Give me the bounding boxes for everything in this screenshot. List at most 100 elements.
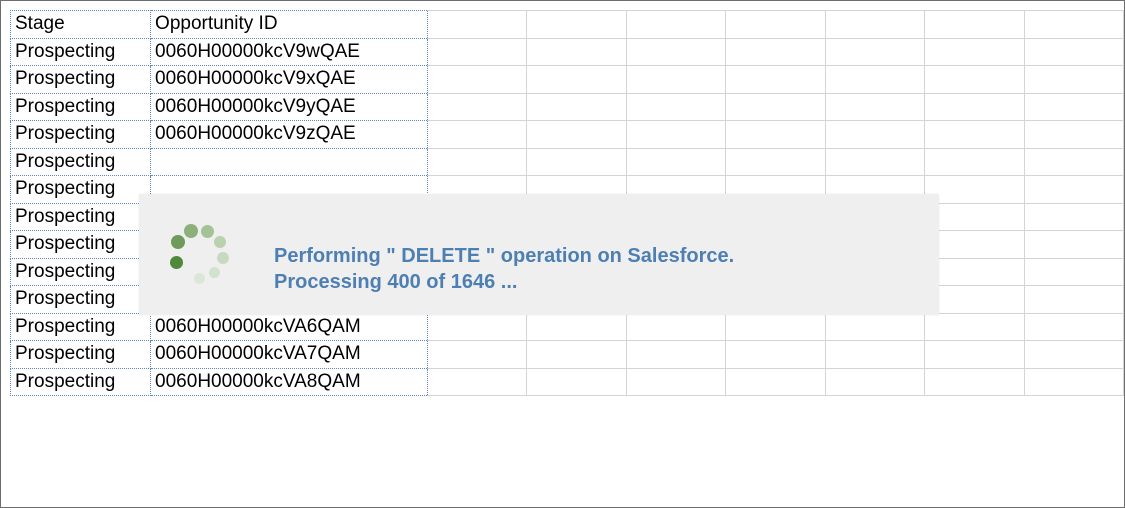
empty-cell[interactable] <box>725 340 826 369</box>
empty-cell[interactable] <box>924 65 1025 94</box>
empty-cell[interactable] <box>526 38 627 66</box>
empty-cell[interactable] <box>1024 285 1124 314</box>
empty-cell[interactable] <box>427 368 528 396</box>
empty-cell[interactable] <box>825 148 926 176</box>
opportunity-id-cell[interactable] <box>150 148 428 176</box>
empty-cell[interactable] <box>924 340 1025 369</box>
empty-cell[interactable] <box>825 38 926 66</box>
empty-cell[interactable] <box>1024 120 1124 149</box>
empty-cell[interactable] <box>526 120 627 149</box>
empty-cell[interactable] <box>1024 313 1124 341</box>
header-cell-stage[interactable]: Stage <box>9 10 152 39</box>
opportunity-id-cell[interactable]: 0060H00000kcVA7QAM <box>150 340 428 369</box>
empty-cell[interactable] <box>825 93 926 121</box>
empty-cell[interactable] <box>427 93 528 121</box>
empty-cell[interactable] <box>626 10 727 39</box>
empty-cell[interactable] <box>626 313 727 341</box>
empty-cell[interactable] <box>526 148 627 176</box>
processing-count-text: Processing 400 of 1646 ... <box>274 271 518 293</box>
empty-cell[interactable] <box>924 120 1025 149</box>
empty-cell[interactable] <box>924 10 1025 39</box>
empty-cell[interactable] <box>626 93 727 121</box>
empty-cell[interactable] <box>825 368 926 396</box>
empty-cell[interactable] <box>1024 93 1124 121</box>
empty-cell[interactable] <box>924 258 1025 286</box>
empty-cell[interactable] <box>1024 10 1124 39</box>
empty-cell[interactable] <box>1024 203 1124 231</box>
empty-cell[interactable] <box>725 313 826 341</box>
empty-cell[interactable] <box>626 340 727 369</box>
empty-cell[interactable] <box>725 38 826 66</box>
empty-cell[interactable] <box>427 65 528 94</box>
stage-cell[interactable]: Prospecting <box>9 230 152 259</box>
empty-cell[interactable] <box>526 65 627 94</box>
empty-cell[interactable] <box>825 10 926 39</box>
stage-cell[interactable]: Prospecting <box>9 120 152 149</box>
empty-cell[interactable] <box>725 10 826 39</box>
stage-cell[interactable]: Prospecting <box>9 368 152 396</box>
opportunity-id-cell[interactable]: 0060H00000kcV9zQAE <box>150 120 428 149</box>
empty-cell[interactable] <box>626 120 727 149</box>
empty-cell[interactable] <box>626 38 727 66</box>
loading-spinner-icon <box>159 221 239 287</box>
empty-cell[interactable] <box>924 285 1025 314</box>
empty-cell[interactable] <box>427 313 528 341</box>
opportunity-id-cell[interactable]: 0060H00000kcV9wQAE <box>150 38 428 66</box>
empty-cell[interactable] <box>924 38 1025 66</box>
table-row: Prospecting 0060H00000kcVA8QAM <box>9 368 1124 396</box>
empty-cell[interactable] <box>924 148 1025 176</box>
opportunity-id-cell[interactable]: 0060H00000kcVA6QAM <box>150 313 428 341</box>
stage-cell[interactable]: Prospecting <box>9 65 152 94</box>
empty-cell[interactable] <box>924 203 1025 231</box>
empty-cell[interactable] <box>924 175 1025 204</box>
empty-cell[interactable] <box>526 340 627 369</box>
stage-cell[interactable]: Prospecting <box>9 340 152 369</box>
stage-cell[interactable]: Prospecting <box>9 175 152 204</box>
empty-cell[interactable] <box>427 10 528 39</box>
stage-cell[interactable]: Prospecting <box>9 313 152 341</box>
empty-cell[interactable] <box>526 93 627 121</box>
stage-cell[interactable]: Prospecting <box>9 285 152 314</box>
empty-cell[interactable] <box>1024 148 1124 176</box>
opportunity-id-cell[interactable]: 0060H00000kcV9xQAE <box>150 65 428 94</box>
empty-cell[interactable] <box>725 120 826 149</box>
empty-cell[interactable] <box>825 313 926 341</box>
empty-cell[interactable] <box>1024 175 1124 204</box>
empty-cell[interactable] <box>427 120 528 149</box>
empty-cell[interactable] <box>725 368 826 396</box>
empty-cell[interactable] <box>526 10 627 39</box>
stage-cell[interactable]: Prospecting <box>9 203 152 231</box>
empty-cell[interactable] <box>825 120 926 149</box>
empty-cell[interactable] <box>626 148 727 176</box>
empty-cell[interactable] <box>1024 258 1124 286</box>
opportunity-id-cell[interactable]: 0060H00000kcVA8QAM <box>150 368 428 396</box>
empty-cell[interactable] <box>825 340 926 369</box>
empty-cell[interactable] <box>924 230 1025 259</box>
header-cell-opportunity-id[interactable]: Opportunity ID <box>150 10 428 39</box>
progress-message: Performing " DELETE " operation on Sales… <box>274 243 734 295</box>
empty-cell[interactable] <box>725 148 826 176</box>
empty-cell[interactable] <box>924 313 1025 341</box>
empty-cell[interactable] <box>526 313 627 341</box>
empty-cell[interactable] <box>924 368 1025 396</box>
stage-cell[interactable]: Prospecting <box>9 258 152 286</box>
empty-cell[interactable] <box>1024 38 1124 66</box>
empty-cell[interactable] <box>427 340 528 369</box>
empty-cell[interactable] <box>526 368 627 396</box>
opportunity-id-cell[interactable]: 0060H00000kcV9yQAE <box>150 93 428 121</box>
stage-cell[interactable]: Prospecting <box>9 93 152 121</box>
empty-cell[interactable] <box>626 65 727 94</box>
empty-cell[interactable] <box>924 93 1025 121</box>
empty-cell[interactable] <box>825 65 926 94</box>
empty-cell[interactable] <box>1024 340 1124 369</box>
empty-cell[interactable] <box>1024 230 1124 259</box>
empty-cell[interactable] <box>1024 368 1124 396</box>
empty-cell[interactable] <box>427 38 528 66</box>
empty-cell[interactable] <box>725 93 826 121</box>
empty-cell[interactable] <box>1024 65 1124 94</box>
empty-cell[interactable] <box>626 368 727 396</box>
empty-cell[interactable] <box>427 148 528 176</box>
stage-cell[interactable]: Prospecting <box>9 148 152 176</box>
stage-cell[interactable]: Prospecting <box>9 38 152 66</box>
empty-cell[interactable] <box>725 65 826 94</box>
